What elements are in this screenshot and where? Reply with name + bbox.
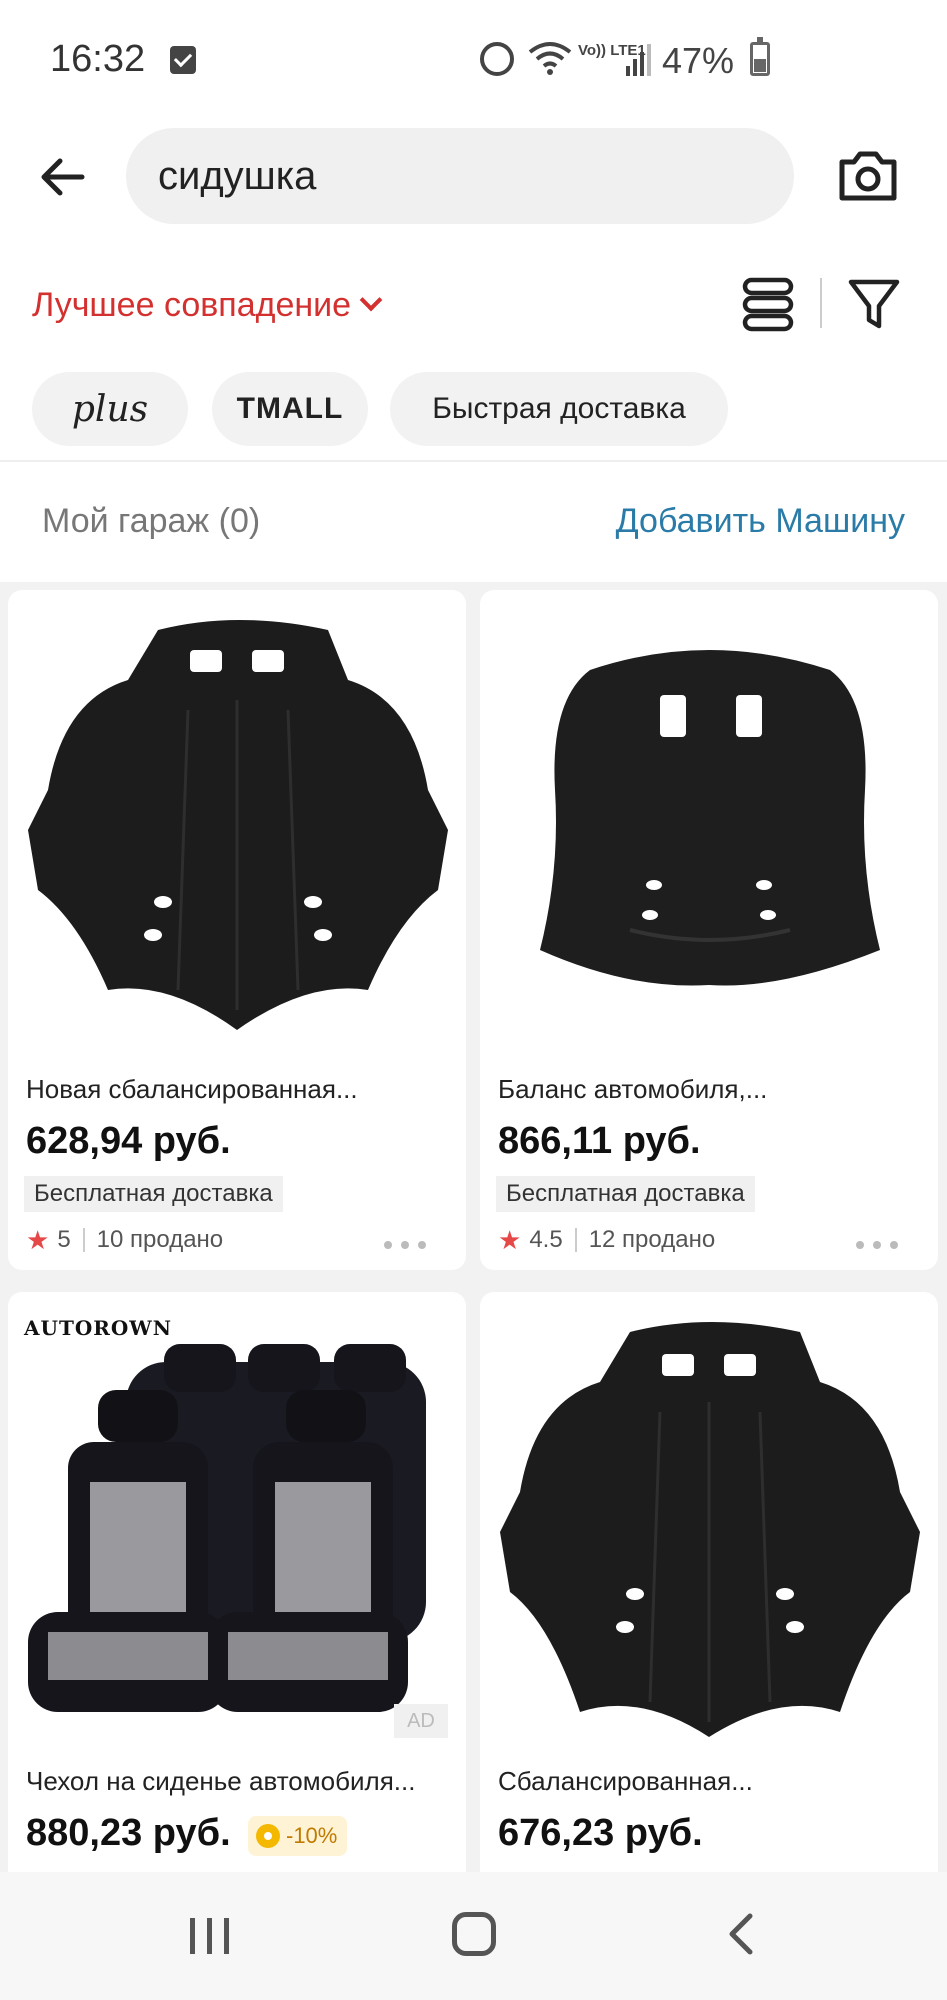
product-price: 866,11 руб. (498, 1120, 701, 1162)
back-button[interactable] (30, 145, 94, 209)
product-card[interactable]: Сбалансированная... 676,23 руб. (480, 1292, 938, 1892)
sort-dropdown[interactable]: Лучшее совпадение (32, 280, 383, 330)
chip-fast-delivery[interactable]: Быстрая доставка (390, 372, 728, 446)
sold-count: 10 продано (96, 1226, 224, 1253)
battery-percent: 47% (662, 40, 735, 81)
signal-icon (626, 44, 651, 76)
product-image (28, 620, 448, 1030)
free-shipping-badge: Бесплатная доставка (24, 1176, 283, 1212)
product-title: Сбалансированная... (498, 1766, 753, 1796)
add-car-link[interactable]: Добавить Машину (616, 502, 905, 541)
wifi-icon (528, 42, 572, 75)
free-shipping-badge: Бесплатная доставка (496, 1176, 755, 1212)
my-garage-label[interactable]: Мой гараж (0) (42, 502, 260, 541)
chevron-down-icon (359, 288, 383, 312)
coin-discount-badge: -10% (248, 1816, 348, 1856)
rating-row: ★ 5 10 продано (26, 1224, 223, 1256)
recent-apps-button[interactable] (188, 1916, 232, 1956)
product-image (500, 1322, 920, 1737)
arrow-left-icon (41, 158, 85, 196)
ad-label: AD (394, 1704, 448, 1738)
system-nav-bar (0, 1872, 947, 2000)
product-price: 628,94 руб. (26, 1120, 231, 1162)
coin-icon (256, 1824, 280, 1848)
more-options-icon[interactable] (856, 1236, 916, 1249)
filter-button[interactable] (846, 276, 902, 332)
product-price: 676,23 руб. (498, 1812, 703, 1854)
divider (574, 1228, 577, 1252)
chip-tmall[interactable]: TMALL (212, 372, 368, 446)
divider (82, 1228, 85, 1252)
alarm-icon (480, 42, 514, 76)
product-card[interactable]: Новая сбалансированная... 628,94 руб. Бе… (8, 590, 466, 1270)
rating-value: 5 (57, 1226, 71, 1253)
product-card[interactable]: AUTOROWN AD Чехол на сиденье автомобиля.… (8, 1292, 466, 1892)
sold-count: 12 продано (588, 1226, 716, 1253)
product-card[interactable]: Баланс автомобиля,... 866,11 руб. Беспла… (480, 590, 938, 1270)
battery-icon (750, 37, 770, 76)
star-icon: ★ (498, 1224, 522, 1255)
home-button[interactable] (452, 1912, 496, 1956)
camera-search-button[interactable] (836, 146, 900, 206)
system-back-button[interactable] (720, 1912, 764, 1956)
status-time: 16:32 (50, 38, 146, 80)
brand-logo: AUTOROWN (24, 1316, 173, 1340)
product-image (540, 650, 880, 986)
chip-plus[interactable]: plus (32, 372, 188, 446)
discount-value: -10% (286, 1823, 338, 1848)
garage-row: Мой гараж (0) Добавить Машину (0, 462, 947, 582)
rating-value: 4.5 (529, 1226, 563, 1253)
list-view-toggle[interactable] (740, 276, 796, 332)
camera-icon (839, 151, 897, 201)
search-input[interactable]: сидушка (126, 128, 794, 224)
product-title: Новая сбалансированная... (26, 1074, 358, 1104)
product-title: Чехол на сиденье автомобиля... (26, 1766, 416, 1796)
notification-check-icon (170, 46, 196, 74)
product-title: Баланс автомобиля,... (498, 1074, 768, 1104)
rating-row: ★ 4.5 12 продано (498, 1224, 715, 1256)
status-bar: 16:32 Vo)) LTE1 47% (0, 0, 947, 120)
divider (820, 278, 822, 328)
search-query: сидушка (158, 154, 317, 198)
product-price: 880,23 руб. (26, 1812, 231, 1854)
sort-label: Лучшее совпадение (32, 285, 352, 324)
product-image (28, 1344, 426, 1712)
more-options-icon[interactable] (384, 1236, 444, 1249)
star-icon: ★ (26, 1224, 50, 1255)
